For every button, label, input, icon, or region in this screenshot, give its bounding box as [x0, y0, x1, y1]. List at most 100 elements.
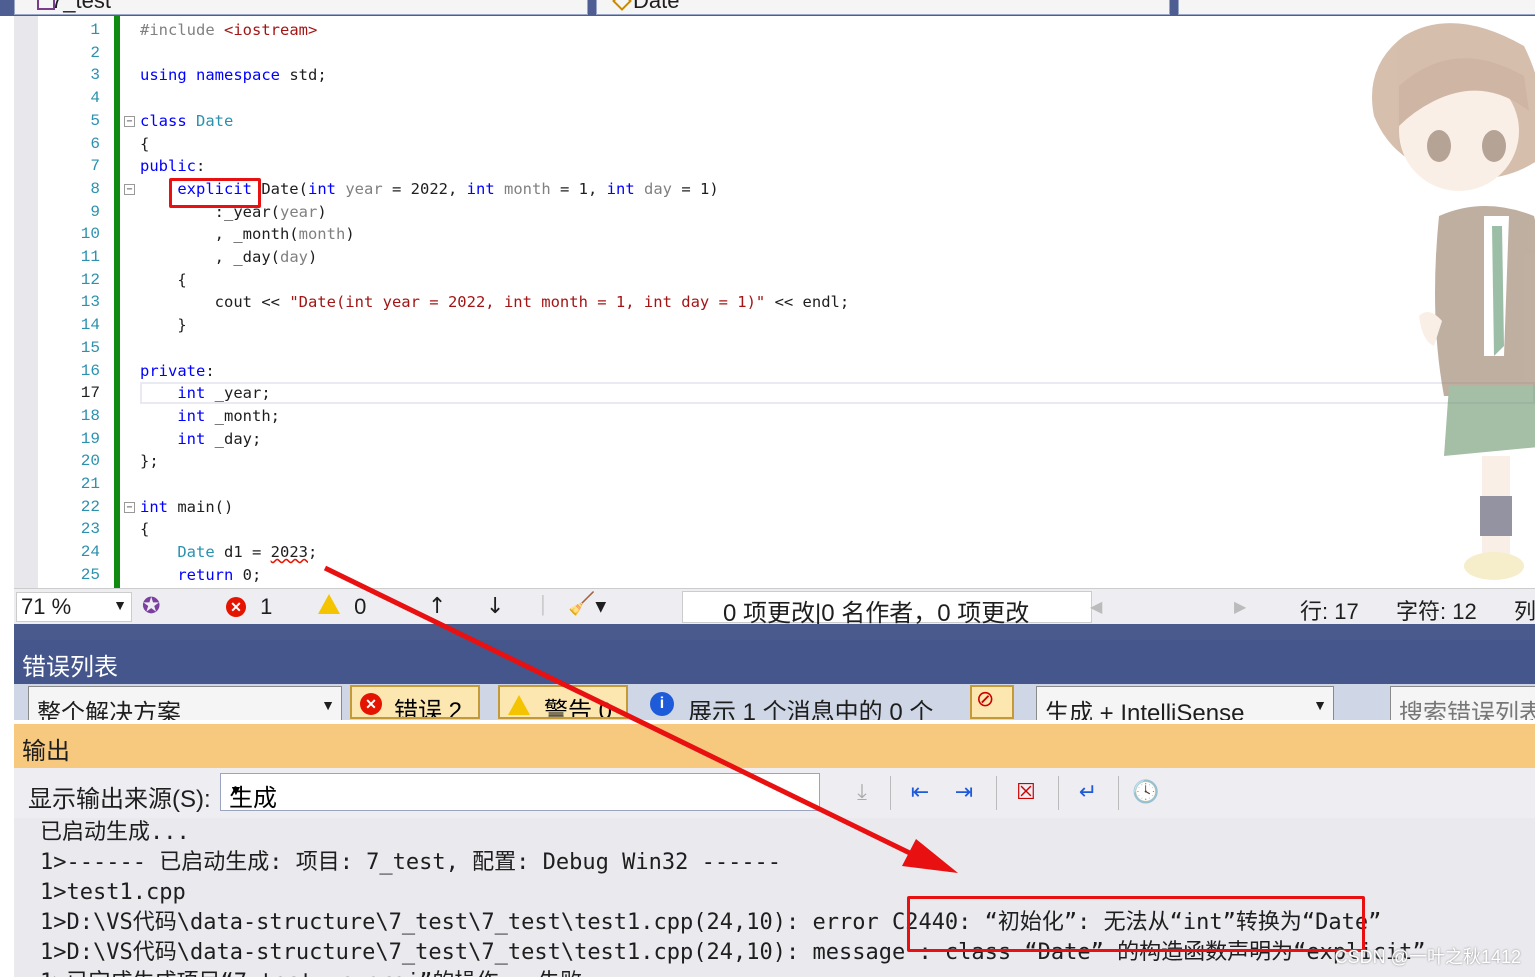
filter-build-errors-button[interactable]: ⊘	[970, 685, 1014, 719]
output-text-area[interactable]: 已启动生成... 1>------ 已启动生成: 项目: 7_test, 配置:…	[14, 818, 1535, 977]
scroll-left-icon[interactable]: ◀	[1090, 597, 1102, 617]
line-number: 13	[80, 293, 100, 312]
build-filter-value: 生成 + IntelliSense	[1045, 700, 1245, 720]
changes-text: 0 项更改|0 名作者，0 项更改	[723, 600, 1030, 627]
warning-icon	[508, 695, 530, 715]
go-to-line-icon[interactable]: ⤓	[846, 778, 878, 808]
tab-7-test[interactable]: 7_test	[14, 0, 588, 15]
error-count-value: 1	[260, 594, 273, 619]
code-line[interactable]: int _year;	[140, 383, 270, 403]
code-line[interactable]: int main()	[140, 497, 233, 517]
code-line[interactable]: Date d1 = 2023;	[140, 542, 317, 562]
warnings-filter-button[interactable]: 警告 0	[498, 685, 628, 719]
search-placeholder: 搜索错误列表	[1399, 700, 1535, 720]
output-source-dropdown[interactable]: 生成 ▼	[220, 773, 820, 812]
previous-message-icon[interactable]: ⇤	[904, 778, 936, 808]
tab-blank[interactable]	[1178, 0, 1535, 15]
line-number: 2	[90, 43, 100, 62]
code-line[interactable]: {	[140, 519, 149, 539]
code-editor[interactable]: 1 2 3 4 5 6 7 8 9 10 11 12 13 14 15 16 17 18 19 20 21 22 23 24 2…	[14, 16, 1535, 588]
chevron-down-icon: ▼	[321, 697, 335, 713]
code-line[interactable]: , _day(day)	[140, 247, 318, 267]
line-number: 24	[80, 543, 100, 562]
code-line[interactable]: cout << "Date(int year = 2022, int month…	[140, 292, 850, 312]
filter-icon: ⊘	[976, 687, 995, 712]
code-line[interactable]: public:	[140, 156, 205, 176]
tab-date[interactable]: Date	[596, 0, 1170, 15]
fold-toggle-ctor[interactable]: −	[124, 184, 135, 195]
zoom-dropdown[interactable]: 71 % ▼	[16, 592, 132, 622]
line-number: 3	[90, 66, 100, 85]
warnings-filter-label: 警告 0	[544, 698, 613, 719]
line-number: 19	[80, 429, 100, 448]
editor-status-bar: 71 % ▼ ✪ ✕ 1 0 ↑ ↓ | 🧹▼ 0 项更改|0 名作者，0 项更…	[14, 588, 1535, 627]
messages-filter-button[interactable]: i 展示 1 个消息中的 0 个	[640, 686, 960, 720]
line-number: 21	[80, 475, 100, 493]
code-cleanup-brush-icon[interactable]: 🧹▼	[568, 592, 606, 617]
line-number: 6	[90, 134, 100, 153]
line-number: 18	[80, 406, 100, 425]
clock-icon[interactable]: 🕓	[1130, 778, 1162, 808]
messages-filter-label: 展示 1 个消息中的 0 个	[688, 699, 934, 720]
previous-issue-arrow-icon[interactable]: ↑	[428, 594, 446, 619]
code-line[interactable]: {	[140, 270, 186, 290]
output-line: 1>------ 已启动生成: 项目: 7_test, 配置: Debug Wi…	[40, 850, 782, 875]
status-divider: |	[540, 591, 546, 616]
line-number: 22	[80, 497, 100, 516]
error-search-input[interactable]: 搜索错误列表	[1390, 686, 1535, 720]
scope-value: 整个解决方案	[37, 700, 181, 720]
chevron-down-icon: ▼	[113, 597, 127, 613]
toolbar-divider	[890, 776, 891, 810]
warning-count[interactable]: 0	[318, 594, 366, 620]
next-issue-arrow-icon[interactable]: ↓	[486, 594, 504, 619]
code-line[interactable]: #include <iostream>	[140, 20, 317, 40]
line-number: 14	[80, 316, 100, 335]
code-line[interactable]: private:	[140, 361, 215, 381]
fold-toggle-main[interactable]: −	[124, 502, 135, 513]
line-number: 1	[90, 21, 100, 39]
word-wrap-icon[interactable]: ↵	[1072, 778, 1104, 808]
line-number: 15	[80, 338, 100, 357]
fold-toggle-class[interactable]: −	[124, 116, 135, 127]
current-line-highlight	[140, 382, 1535, 404]
code-line[interactable]: return 0;	[140, 565, 261, 585]
error-icon: ✕	[360, 693, 382, 715]
errors-filter-button[interactable]: ✕ 错误 2	[350, 685, 480, 719]
output-toolbar: 显示输出来源(S): 生成 ▼ ⤓ ⇤ ⇥ ☒ ↵ 🕓	[14, 768, 1535, 818]
code-line[interactable]: class Date	[140, 111, 233, 131]
chevron-down-icon: ▼	[229, 782, 243, 798]
document-tab-strip: 7_test Date	[0, 0, 1535, 16]
toolbar-divider	[1118, 776, 1119, 810]
col-indicator: 列	[1514, 599, 1535, 624]
git-changes-indicator[interactable]: 0 项更改|0 名作者，0 项更改	[682, 591, 1092, 627]
toolbar-divider	[996, 776, 997, 810]
code-line[interactable]: int _month;	[140, 406, 280, 426]
scroll-right-icon[interactable]: ▶	[1234, 597, 1246, 617]
line-number: 23	[80, 520, 100, 539]
code-line[interactable]: };	[140, 451, 159, 471]
line-number: 11	[80, 248, 100, 266]
code-line[interactable]: int _day;	[140, 429, 261, 449]
panel-splitter[interactable]	[14, 624, 1535, 640]
output-source-label: 显示输出来源(S):	[28, 786, 211, 813]
error-count[interactable]: ✕ 1	[226, 594, 272, 620]
output-title: 输出	[22, 738, 70, 765]
code-line[interactable]: {	[140, 134, 149, 154]
info-icon: i	[650, 692, 674, 716]
line-number: 8	[90, 179, 100, 198]
next-message-icon[interactable]: ⇥	[948, 778, 980, 808]
build-intellisense-dropdown[interactable]: 生成 + IntelliSense ▼	[1036, 686, 1334, 720]
scope-dropdown[interactable]: 整个解决方案 ▼	[28, 686, 342, 720]
line-number: 10	[80, 225, 100, 244]
warning-icon	[318, 594, 340, 614]
intellicode-icon[interactable]: ✪	[142, 593, 160, 619]
clear-all-icon[interactable]: ☒	[1010, 778, 1042, 808]
line-number: 20	[80, 452, 100, 471]
code-line[interactable]: , _month(month)	[140, 224, 355, 244]
toolbar-divider	[1058, 776, 1059, 810]
line-indicator: 行: 17	[1300, 599, 1359, 624]
code-line[interactable]: using namespace std;	[140, 65, 327, 85]
code-line[interactable]: }	[140, 315, 186, 335]
output-line: 1>已完成生成项目“7_test.vcxproj”的操作 - 失败。	[40, 968, 604, 977]
error-list-title: 错误列表	[22, 654, 118, 681]
